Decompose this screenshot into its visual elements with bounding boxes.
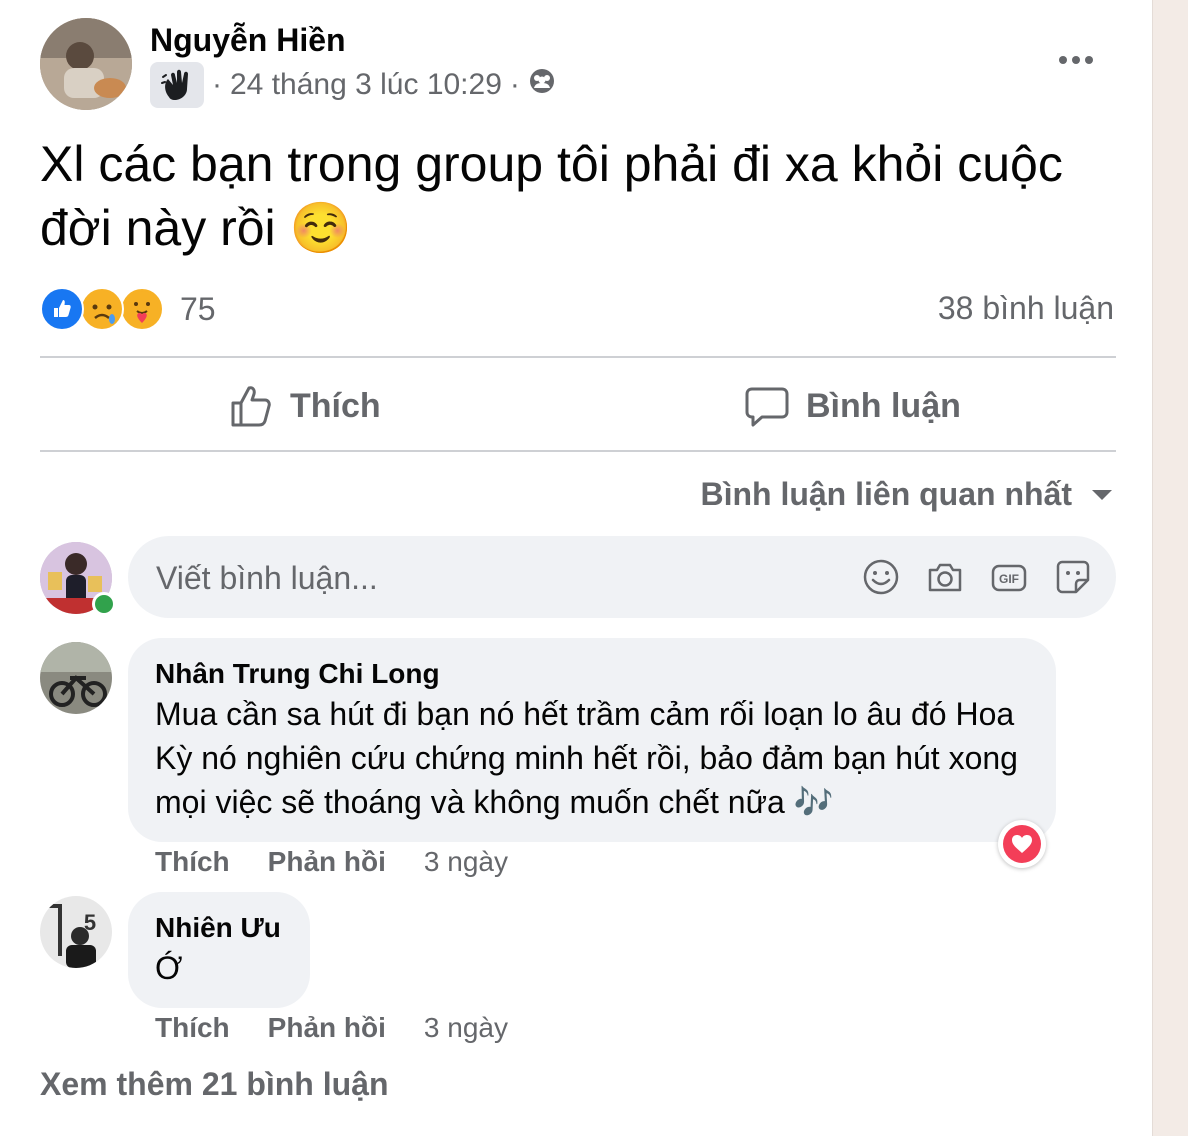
care-icon [120,287,164,331]
comment-reply-link[interactable]: Phản hồi [268,1012,386,1044]
view-more-comments-link[interactable]: Xem thêm 21 bình luận [40,1066,389,1103]
comment-text: Mua cần sa hút đi bạn nó hết trầm cảm rố… [155,696,1018,820]
comment-actions: Thích Phản hồi 3 ngày [155,1012,508,1044]
emoji-icon[interactable] [862,558,900,596]
gif-icon[interactable]: GIF [990,558,1028,596]
comment-actions: Thích Phản hồi 3 ngày [155,846,508,878]
dot [1072,56,1080,64]
group-icon [528,67,556,103]
comment-bubble-icon [745,387,789,427]
dot [1059,56,1067,64]
like-label: Thích [290,386,381,425]
heart-reaction-badge[interactable] [998,820,1046,868]
author-avatar[interactable] [40,18,132,110]
reaction-count: 75 [180,290,216,327]
post-body: Xl các bạn trong group tôi phải đi xa kh… [40,136,1063,256]
sort-label: Bình luận liên quan nhất [700,476,1072,512]
comment-like-link[interactable]: Thích [155,846,230,878]
meta-separator: · [212,68,222,101]
comment-like-link[interactable]: Thích [155,1012,230,1044]
camera-icon[interactable] [926,558,964,596]
comment-button[interactable]: Bình luận [744,380,961,432]
comment-input[interactable] [154,536,838,620]
comment-text: Ớ [155,950,183,986]
post-emoji: ☺️ [289,200,352,256]
divider [40,450,1116,452]
heart-icon [1003,825,1041,863]
chevron-down-icon [1092,489,1112,500]
post-timestamp[interactable]: 24 tháng 3 lúc 10:29 [230,68,502,102]
comment-reply-link[interactable]: Phản hồi [268,846,386,878]
comment-composer[interactable]: GIF [128,536,1116,620]
comment-author[interactable]: Nhiên Ưu [155,912,281,944]
post-card: Nguyễn Hiền · 24 tháng 3 lúc 10:29 · Xl [0,0,1153,1136]
divider [40,356,1116,358]
comment-time[interactable]: 3 ngày [424,1012,508,1044]
comment-author[interactable]: Nhân Trung Chi Long [155,658,440,690]
comment-count[interactable]: 38 bình luận [938,290,1114,327]
like-icon [40,287,84,331]
comment-label: Bình luận [806,386,961,425]
like-button[interactable]: Thích [228,380,381,432]
meta-separator: · [509,68,520,101]
waving-hand-icon[interactable] [150,62,204,108]
author-name[interactable]: Nguyễn Hiền [150,22,346,59]
post-text: Xl các bạn trong group tôi phải đi xa kh… [40,132,1100,260]
sticker-icon[interactable] [1054,558,1092,596]
svg-text:GIF: GIF [999,572,1019,586]
commenter-avatar[interactable]: 5 [40,896,112,968]
thumbs-up-icon [231,386,271,427]
sad-icon [80,287,124,331]
more-options-button[interactable] [1052,40,1100,80]
comment-time[interactable]: 3 ngày [424,846,508,878]
comment-sort-dropdown[interactable]: Bình luận liên quan nhất [700,476,1112,513]
commenter-avatar[interactable] [40,642,112,714]
reaction-summary[interactable]: 75 [40,286,216,332]
online-status-dot [92,592,116,616]
dot [1085,56,1093,64]
post-meta: · 24 tháng 3 lúc 10:29 · [150,62,556,108]
